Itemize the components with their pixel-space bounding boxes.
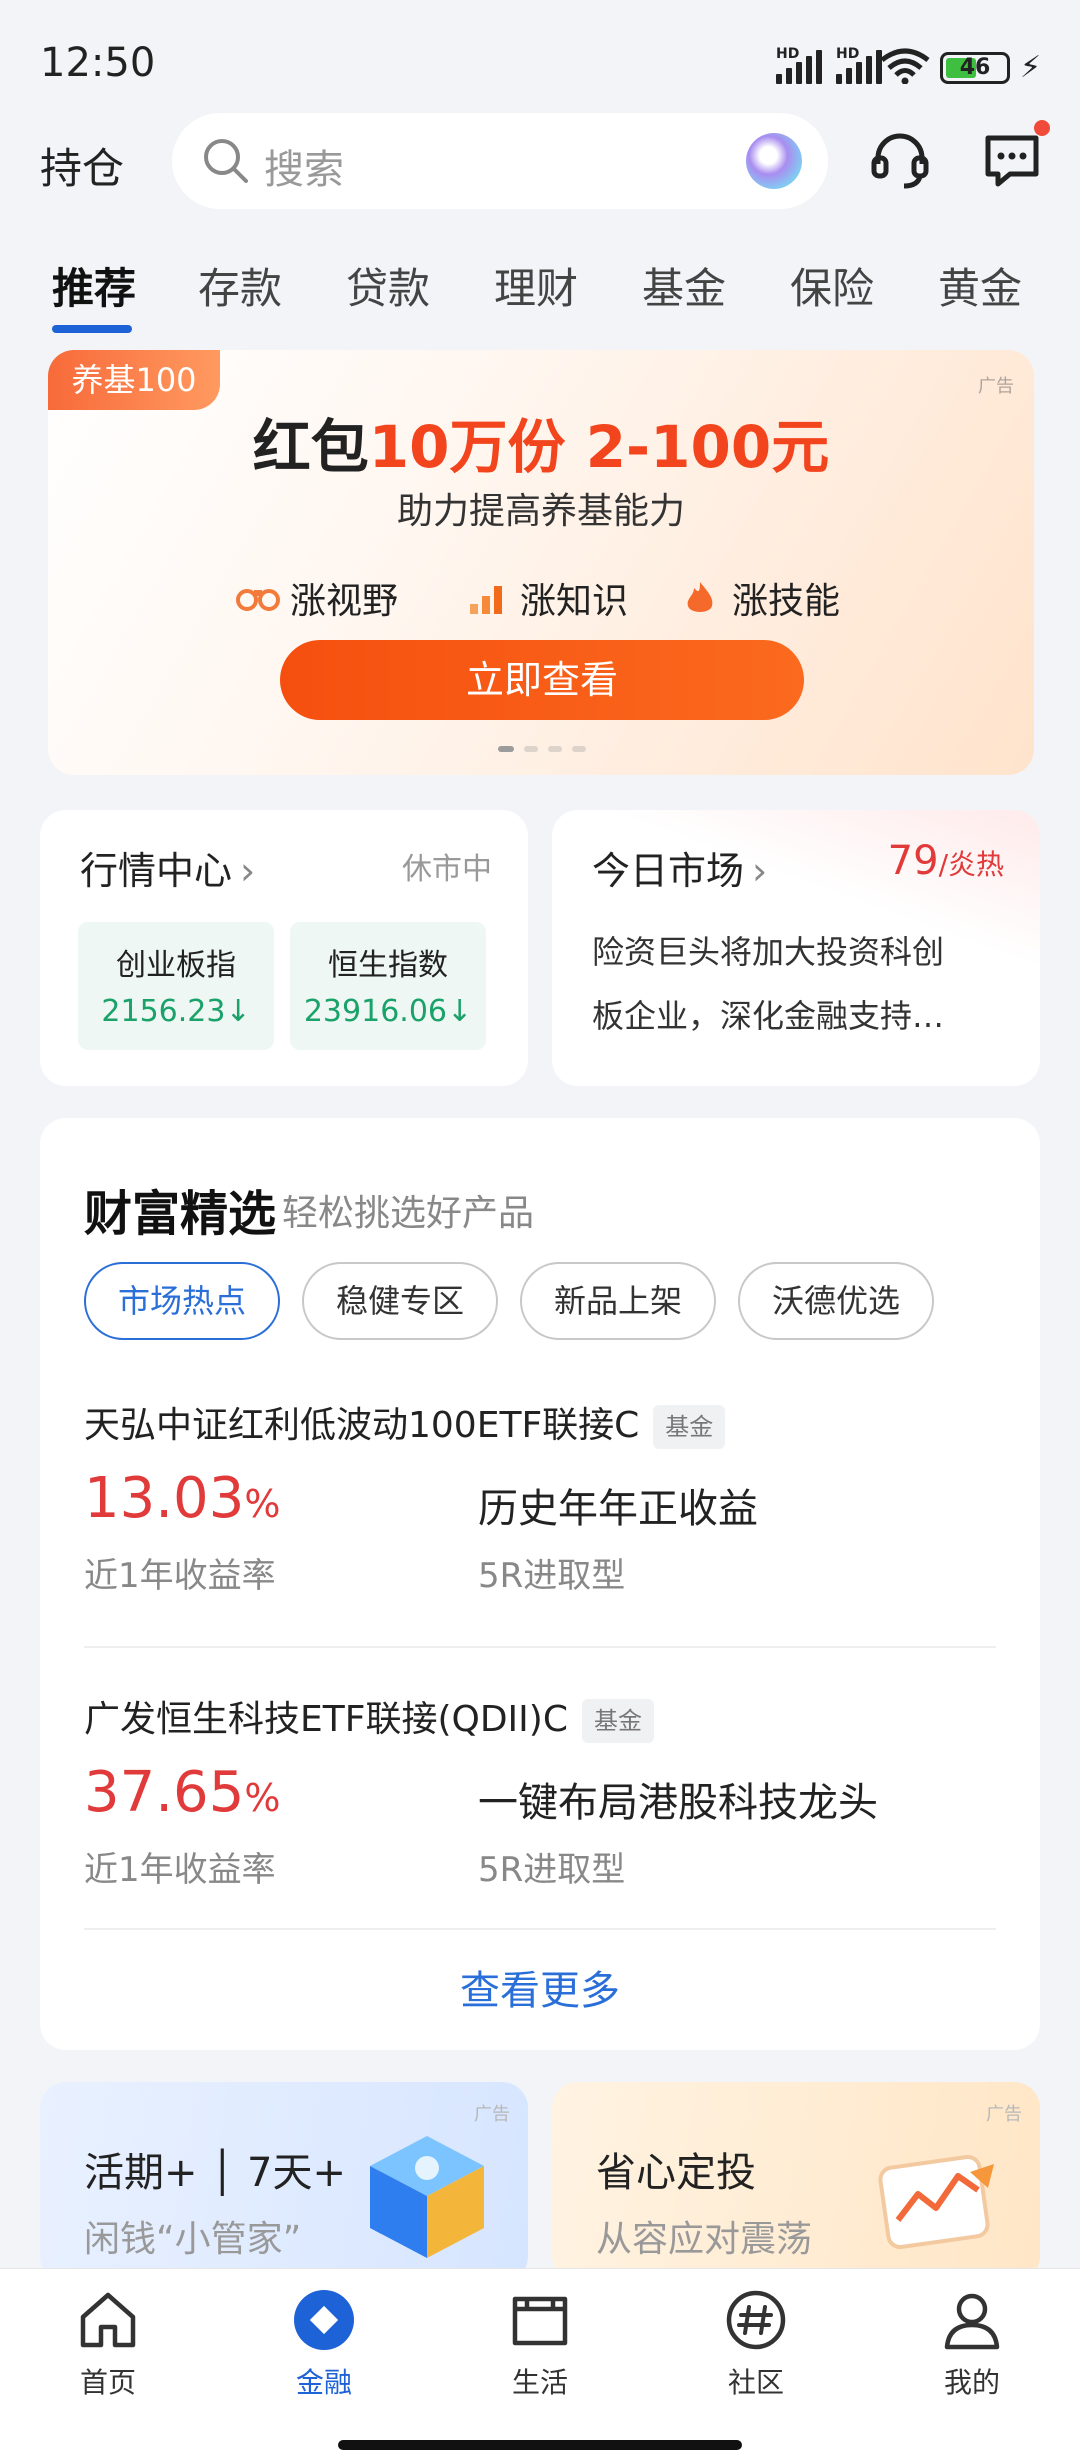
promo-card-auto-invest[interactable]: 广告 省心定投 从容应对震荡 [552,2082,1040,2282]
search-icon [204,139,248,183]
tab-gold[interactable]: 黄金 [938,255,1022,316]
down-arrow-icon: ↓ [225,994,251,1029]
tab-indicator [52,325,132,333]
chip-market-hot[interactable]: 市场热点 [84,1262,280,1340]
life-icon [512,2296,568,2346]
view-more-link[interactable]: 查看更多 [40,1958,1040,2016]
ad-label: 广告 [978,376,1014,397]
feature-skill: 涨技能 [678,572,840,624]
market-news[interactable]: 险资巨头将加大投资科创 板企业，深化金融支持… [592,920,1002,1048]
flame-icon [687,582,713,612]
promo-title: 活期+ │ 7天+ [84,2150,346,2196]
section-subtitle: 轻松挑选好产品 [282,1193,535,1234]
index-chinext[interactable]: 创业板指 2156.23↓ [78,922,274,1050]
community-icon [726,2290,786,2350]
view-now-button[interactable]: 立即查看 [280,640,804,720]
chevron-right-icon: › [752,849,768,893]
divider [84,1928,996,1930]
market-center-title[interactable]: 行情中心 › [80,840,255,895]
charging-icon: ⚡ [1020,50,1042,85]
message-icon[interactable] [980,128,1044,192]
product-description: 历史年年正收益 [478,1486,758,1532]
home-icon [80,2292,136,2348]
finance-icon [294,2290,354,2350]
carousel-dot [548,746,562,752]
product-return-rate: 13.03% [84,1466,281,1531]
search-placeholder: 搜索 [264,147,344,193]
status-time: 12:50 [40,40,156,86]
cube-icon [370,2136,484,2258]
battery-level: 46 [959,55,991,80]
tab-loan[interactable]: 贷款 [346,255,430,316]
tab-recommend[interactable]: 推荐 [52,255,136,316]
market-status: 休市中 [402,852,492,887]
banner-title: 红包10万份 2-100元 [252,413,830,481]
search-bar[interactable]: 搜索 [172,113,828,209]
nav-profile[interactable]: 我的 [892,2287,1052,2401]
promo-title: 省心定投 [596,2150,756,2196]
nav-life[interactable]: 生活 [460,2287,620,2401]
product-name: 广发恒生科技ETF联接(QDII)C 基金 [84,1690,654,1743]
promo-banner[interactable]: 养基100 广告 红包10万份 2-100元 助力提高养基能力 涨视野 涨知识 … [48,350,1034,775]
fund-badge: 基金 [653,1405,726,1449]
tab-insurance[interactable]: 保险 [790,255,874,316]
profile-icon [944,2293,1000,2350]
ad-label: 广告 [474,2104,510,2125]
feature-vision: 涨视野 [236,572,398,624]
customer-service-icon[interactable] [868,128,932,192]
index-hang-seng[interactable]: 恒生指数 23916.06↓ [290,922,486,1050]
trend-chart-icon [878,2154,994,2250]
notification-dot [1034,120,1050,136]
today-market-card[interactable]: 今日市场 › 79/炎热 险资巨头将加大投资科创 板企业，深化金融支持… [552,810,1040,1086]
feature-knowledge: 涨知识 [466,572,628,624]
carousel-dot [572,746,586,752]
market-heat: 79/炎热 [887,838,1004,884]
voice-assistant-icon[interactable] [746,133,802,189]
return-rate-label: 近1年收益率 [84,1850,276,1890]
banner-subtitle: 助力提高养基能力 [396,491,685,532]
promo-card-current-deposit[interactable]: 广告 活期+ │ 7天+ 闲钱“小管家” [40,2082,528,2282]
section-title: 财富精选 [84,1186,277,1242]
divider [84,1646,996,1648]
return-rate-label: 近1年收益率 [84,1556,276,1596]
nav-community[interactable]: 社区 [676,2287,836,2401]
bottom-nav: 首页 金融 生活 社区 我的 [0,2268,1080,2460]
ad-label: 广告 [986,2104,1022,2125]
wifi-icon [880,48,930,84]
fund-badge: 基金 [581,1699,654,1743]
signal-icon [776,50,822,84]
home-indicator[interactable] [338,2440,742,2450]
tab-deposit[interactable]: 存款 [198,255,282,316]
carousel-dot [524,746,538,752]
today-market-title[interactable]: 今日市场 › [592,840,767,895]
nav-home[interactable]: 首页 [28,2287,188,2401]
nav-finance[interactable]: 金融 [244,2287,404,2401]
down-arrow-icon: ↓ [447,994,473,1029]
chevron-right-icon: › [240,849,256,893]
product-name: 天弘中证红利低波动100ETF联接C 基金 [84,1396,726,1449]
promo-subtitle: 从容应对震荡 [596,2219,813,2260]
risk-level: 5R进取型 [478,1850,626,1890]
promo-subtitle: 闲钱“小管家” [84,2219,302,2260]
chip-steady[interactable]: 稳健专区 [302,1262,498,1340]
chip-selected[interactable]: 沃德优选 [738,1262,934,1340]
risk-level: 5R进取型 [478,1556,626,1596]
carousel-dot-active [498,746,514,752]
signal-icon [836,50,882,84]
battery-icon: 46 [940,52,1010,84]
product-description: 一键布局港股科技龙头 [478,1780,878,1826]
rising-bars-icon [470,586,502,614]
market-center-card[interactable]: 行情中心 › 休市中 创业板指 2156.23↓ 恒生指数 23916.06↓ [40,810,528,1086]
wealth-selection-card: 财富精选 轻松挑选好产品 市场热点 稳健专区 新品上架 沃德优选 天弘中证红利低… [40,1118,1040,2050]
chip-new-products[interactable]: 新品上架 [520,1262,716,1340]
product-return-rate: 37.65% [84,1760,281,1825]
tab-fund[interactable]: 基金 [642,255,726,316]
binoculars-icon [236,589,280,611]
tab-wealth-management[interactable]: 理财 [494,255,578,316]
holdings-link[interactable]: 持仓 [40,135,124,196]
